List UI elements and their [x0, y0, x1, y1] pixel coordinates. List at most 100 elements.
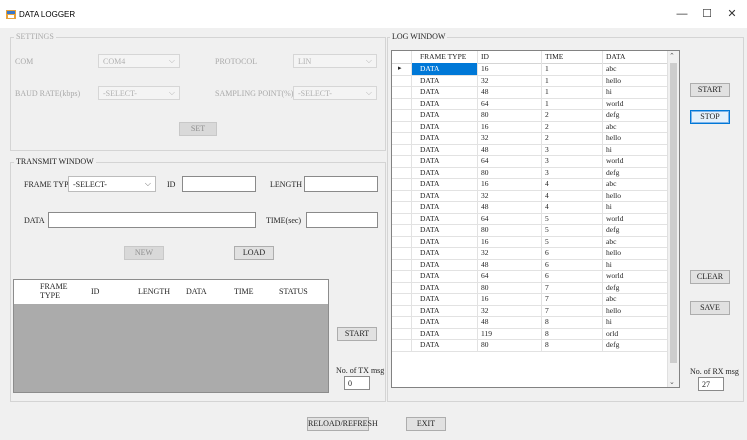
table-cell[interactable]: DATA [412, 258, 478, 270]
table-cell[interactable]: DATA [412, 281, 478, 293]
table-cell[interactable]: 16 [478, 178, 542, 190]
table-cell[interactable]: 7 [542, 293, 603, 305]
table-cell[interactable]: abc [603, 293, 669, 305]
rx-start-button[interactable]: START [690, 83, 730, 97]
row-header[interactable] [392, 189, 412, 201]
com-select[interactable]: COM4 ⌵ [98, 54, 180, 68]
table-cell[interactable]: 6 [542, 258, 603, 270]
row-header[interactable] [392, 120, 412, 132]
length-input[interactable] [304, 176, 378, 192]
table-cell[interactable]: 7 [542, 281, 603, 293]
clear-button[interactable]: CLEAR [690, 270, 730, 284]
table-cell[interactable]: 7 [542, 304, 603, 316]
table-cell[interactable]: defg [603, 224, 669, 236]
table-cell[interactable]: 2 [542, 120, 603, 132]
table-cell[interactable]: 80 [478, 166, 542, 178]
table-cell[interactable]: hello [603, 132, 669, 144]
table-cell[interactable]: 2 [542, 132, 603, 144]
table-cell[interactable]: defg [603, 281, 669, 293]
table-cell[interactable]: 48 [478, 316, 542, 328]
row-header[interactable] [392, 270, 412, 282]
table-cell[interactable]: 5 [542, 212, 603, 224]
tx-start-button[interactable]: START [337, 327, 377, 341]
table-cell[interactable]: 8 [542, 327, 603, 339]
table-cell[interactable]: 32 [478, 189, 542, 201]
table-cell[interactable]: DATA [412, 86, 478, 98]
table-cell[interactable]: DATA [412, 120, 478, 132]
table-cell[interactable]: DATA [412, 132, 478, 144]
table-cell[interactable]: 32 [478, 74, 542, 86]
table-cell[interactable]: DATA [412, 97, 478, 109]
table-cell[interactable]: DATA [412, 247, 478, 259]
table-cell[interactable]: DATA [412, 189, 478, 201]
table-cell[interactable]: DATA [412, 143, 478, 155]
table-cell[interactable]: DATA [412, 316, 478, 328]
table-cell[interactable]: hi [603, 143, 669, 155]
table-cell[interactable]: DATA [412, 327, 478, 339]
row-header[interactable] [392, 247, 412, 259]
table-cell[interactable]: 3 [542, 166, 603, 178]
scroll-up-icon[interactable]: ⌃ [669, 52, 675, 60]
table-cell[interactable]: world [603, 155, 669, 167]
table-cell[interactable]: hello [603, 247, 669, 259]
table-cell[interactable]: DATA [412, 166, 478, 178]
table-cell[interactable]: 80 [478, 339, 542, 351]
sampling-point-select[interactable]: -SELECT- ⌵ [293, 86, 377, 100]
table-cell[interactable]: DATA [412, 178, 478, 190]
row-header[interactable] [392, 212, 412, 224]
row-header[interactable] [392, 327, 412, 339]
table-cell[interactable]: world [603, 270, 669, 282]
table-cell[interactable]: 5 [542, 224, 603, 236]
row-header[interactable] [392, 235, 412, 247]
table-cell[interactable]: DATA [412, 109, 478, 121]
table-cell[interactable]: 3 [542, 155, 603, 167]
time-input[interactable] [306, 212, 378, 228]
table-cell[interactable]: 6 [542, 270, 603, 282]
table-cell[interactable]: 16 [478, 63, 542, 75]
id-input[interactable] [182, 176, 256, 192]
table-cell[interactable]: 48 [478, 258, 542, 270]
row-header[interactable] [392, 97, 412, 109]
row-header[interactable] [392, 201, 412, 213]
table-cell[interactable]: 80 [478, 281, 542, 293]
table-cell[interactable]: 3 [542, 143, 603, 155]
table-cell[interactable]: defg [603, 339, 669, 351]
table-cell[interactable]: 1 [542, 74, 603, 86]
row-header[interactable] [392, 109, 412, 121]
table-cell[interactable]: defg [603, 166, 669, 178]
row-header[interactable] [392, 258, 412, 270]
table-cell[interactable]: 48 [478, 143, 542, 155]
table-cell[interactable]: 4 [542, 189, 603, 201]
table-cell[interactable]: DATA [412, 63, 478, 75]
table-cell[interactable]: hi [603, 86, 669, 98]
save-button[interactable]: SAVE [690, 301, 730, 315]
row-header[interactable] [392, 132, 412, 144]
table-cell[interactable]: DATA [412, 270, 478, 282]
row-header[interactable] [392, 339, 412, 351]
table-cell[interactable]: 16 [478, 235, 542, 247]
table-cell[interactable]: 64 [478, 97, 542, 109]
close-button[interactable]: ✕ [717, 4, 747, 24]
table-cell[interactable]: 48 [478, 86, 542, 98]
log-scrollbar[interactable]: ⌃ ⌄ [667, 51, 679, 387]
table-cell[interactable]: 5 [542, 235, 603, 247]
load-button[interactable]: LOAD [234, 246, 274, 260]
table-cell[interactable]: hi [603, 258, 669, 270]
table-row[interactable]: DATA 80 8 defg [392, 339, 669, 352]
table-cell[interactable]: defg [603, 109, 669, 121]
baud-rate-select[interactable]: -SELECT- ⌵ [98, 86, 180, 100]
row-header[interactable] [392, 155, 412, 167]
table-cell[interactable]: 48 [478, 201, 542, 213]
new-button[interactable]: NEW [124, 246, 164, 260]
table-cell[interactable]: DATA [412, 74, 478, 86]
table-cell[interactable]: DATA [412, 235, 478, 247]
stop-button[interactable]: STOP [690, 110, 730, 124]
table-cell[interactable]: hello [603, 304, 669, 316]
table-cell[interactable]: 2 [542, 109, 603, 121]
row-header[interactable] [392, 293, 412, 305]
table-cell[interactable]: DATA [412, 304, 478, 316]
table-cell[interactable]: DATA [412, 155, 478, 167]
table-cell[interactable]: 64 [478, 270, 542, 282]
scroll-down-icon[interactable]: ⌄ [669, 378, 675, 386]
table-cell[interactable]: 4 [542, 178, 603, 190]
